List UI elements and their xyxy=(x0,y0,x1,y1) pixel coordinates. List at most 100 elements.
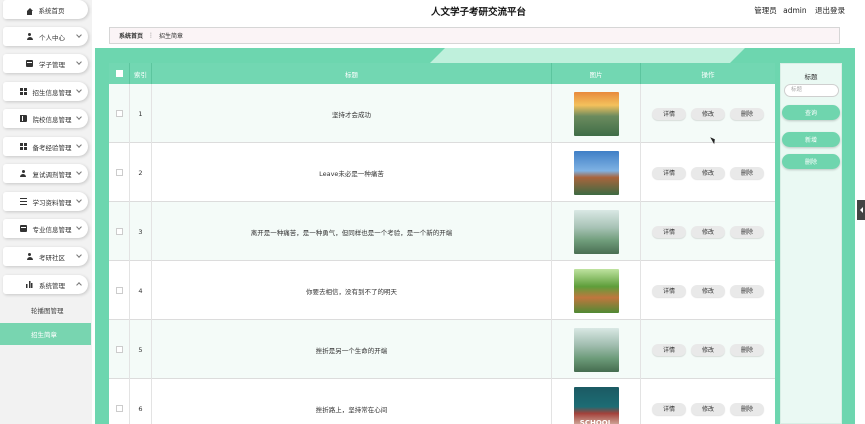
table-row: 4 你要去相信，没有到不了的明天 详情 修改 删除 xyxy=(109,261,775,320)
row-thumbnail[interactable] xyxy=(573,268,619,313)
chevron-down-icon xyxy=(76,87,82,93)
sidebar-item-home[interactable]: 系统首页 xyxy=(3,0,88,19)
row-image-cell xyxy=(552,143,641,202)
header-actions: 操作 xyxy=(701,70,715,79)
chevron-down-icon xyxy=(76,59,82,65)
row-index: 1 xyxy=(130,84,152,143)
row-select-cell xyxy=(109,84,130,143)
breadcrumb-home[interactable]: 系统首页 xyxy=(119,31,143,40)
site-title: 人文学子考研交流平台 xyxy=(430,7,526,18)
row-thumbnail[interactable] xyxy=(573,327,619,372)
chevron-down-icon xyxy=(76,32,82,38)
row-image-cell xyxy=(552,84,641,143)
sidebar-item-major-info[interactable]: 专业信息管理 xyxy=(3,219,88,238)
chevron-down-icon xyxy=(76,224,82,230)
user-icon xyxy=(26,253,33,260)
edit-button[interactable]: 修改 xyxy=(691,166,725,179)
detail-button[interactable]: 详情 xyxy=(652,284,686,297)
batch-delete-button[interactable]: 删除 xyxy=(782,154,840,169)
delete-button[interactable]: 删除 xyxy=(730,166,764,179)
sidebar-item-system-management[interactable]: 系统管理 xyxy=(3,275,88,294)
table-header: 索引 标题 图片 操作 xyxy=(109,63,775,84)
breadcrumb: 系统首页 ⋮ 招生简章 xyxy=(109,27,840,44)
sidebar-item-study-materials[interactable]: 学习资料管理 xyxy=(3,192,88,211)
select-all-checkbox[interactable] xyxy=(115,70,123,77)
table-row: 2 Leave未必是一种痛苦 详情 修改 删除 xyxy=(109,143,775,202)
sidebar-item-label: 学子管理 xyxy=(39,60,65,69)
edit-button[interactable]: 修改 xyxy=(691,284,725,297)
edit-button[interactable]: 修改 xyxy=(691,343,725,356)
search-button[interactable]: 查询 xyxy=(782,105,840,120)
breadcrumb-separator: ⋮ xyxy=(148,32,155,39)
select-all-cell xyxy=(109,63,130,84)
detail-button[interactable]: 详情 xyxy=(652,402,686,415)
edit-button[interactable]: 修改 xyxy=(691,225,725,238)
row-actions: 详情 修改 删除 xyxy=(641,379,775,424)
sidebar-item-exam-experience[interactable]: 备考经验管理 xyxy=(3,137,88,156)
table-row: 3 离开是一种痛苦，是一种勇气，但同样也是一个考验，是一个新的开端 详情 修改 … xyxy=(109,202,775,261)
sidebar-item-student-management[interactable]: 学子管理 xyxy=(3,54,88,73)
search-input[interactable]: 标题 xyxy=(784,84,839,97)
chevron-down-icon xyxy=(76,169,82,175)
sidebar-item-label: 学习资料管理 xyxy=(32,198,72,207)
sidebar-item-label: 个人中心 xyxy=(39,33,65,42)
user-role: 管理员 xyxy=(754,6,777,15)
sidebar-subitem-label: 轮播图管理 xyxy=(31,307,64,315)
delete-button[interactable]: 删除 xyxy=(730,225,764,238)
detail-button[interactable]: 详情 xyxy=(652,107,686,120)
sidebar-item-admission-info[interactable]: 招生信息管理 xyxy=(3,82,88,101)
sidebar-item-label: 系统首页 xyxy=(38,6,65,15)
bar-chart-icon xyxy=(26,281,33,288)
chevron-up-icon xyxy=(76,282,82,288)
row-select-cell xyxy=(109,320,130,379)
edit-button[interactable]: 修改 xyxy=(691,107,725,120)
row-index: 5 xyxy=(130,320,152,379)
row-title: Leave未必是一种痛苦 xyxy=(152,143,552,202)
sidebar-item-retest-adjust[interactable]: 复试调剂管理 xyxy=(3,164,88,183)
chevron-down-icon xyxy=(76,197,82,203)
table-row: 1 坚持才会成功 详情 修改 删除 xyxy=(109,84,775,143)
row-checkbox[interactable] xyxy=(115,405,123,412)
row-image-cell xyxy=(552,320,641,379)
sidebar-item-community[interactable]: 考研社区 xyxy=(3,247,88,266)
row-thumbnail[interactable] xyxy=(573,91,619,136)
row-title: 坚持才会成功 xyxy=(152,84,552,143)
logout-link[interactable]: 退出登录 xyxy=(815,6,845,15)
sidebar-subitem-admission-brochure[interactable]: 招生简章 xyxy=(0,323,91,345)
row-checkbox[interactable] xyxy=(115,169,123,176)
sidebar-item-school-info[interactable]: 院校信息管理 xyxy=(3,109,88,128)
id-card-icon xyxy=(26,60,33,67)
add-button[interactable]: 新增 xyxy=(782,132,840,147)
row-checkbox[interactable] xyxy=(115,110,123,117)
sidebar-item-label: 考研社区 xyxy=(39,253,65,262)
row-image-cell: SCHOOL xyxy=(552,379,641,424)
edit-button[interactable]: 修改 xyxy=(691,402,725,415)
thumb-school-text: SCHOOL xyxy=(579,418,613,424)
row-checkbox[interactable] xyxy=(115,346,123,353)
sidebar-item-label: 系统管理 xyxy=(39,281,65,290)
row-checkbox[interactable] xyxy=(115,228,123,235)
grid-icon xyxy=(19,88,27,95)
row-select-cell xyxy=(109,143,130,202)
row-checkbox[interactable] xyxy=(115,287,123,294)
sidebar-item-personal-center[interactable]: 个人中心 xyxy=(3,27,88,46)
row-actions: 详情 修改 删除 xyxy=(641,202,775,261)
delete-button[interactable]: 删除 xyxy=(730,343,764,356)
detail-button[interactable]: 详情 xyxy=(652,166,686,179)
row-thumbnail[interactable] xyxy=(573,209,619,254)
sidebar-subitem-label: 招生简章 xyxy=(31,331,57,339)
delete-button[interactable]: 删除 xyxy=(730,284,764,297)
delete-button[interactable]: 删除 xyxy=(730,107,764,120)
row-title: 离开是一种痛苦，是一种勇气，但同样也是一个考验，是一个新的开端 xyxy=(152,202,552,261)
row-thumbnail[interactable] xyxy=(573,150,619,195)
table-row: 5 挫折是另一个生命的开端 详情 修改 删除 xyxy=(109,320,775,379)
sidebar-subitem-carousel[interactable]: 轮播图管理 xyxy=(0,299,91,321)
book-icon xyxy=(19,115,27,122)
row-index: 3 xyxy=(130,202,152,261)
detail-button[interactable]: 详情 xyxy=(652,225,686,238)
collapse-handle[interactable] xyxy=(857,200,865,220)
delete-button[interactable]: 删除 xyxy=(730,402,764,415)
row-thumbnail[interactable]: SCHOOL xyxy=(573,386,619,424)
detail-button[interactable]: 详情 xyxy=(652,343,686,356)
row-actions: 详情 修改 删除 xyxy=(641,143,775,202)
